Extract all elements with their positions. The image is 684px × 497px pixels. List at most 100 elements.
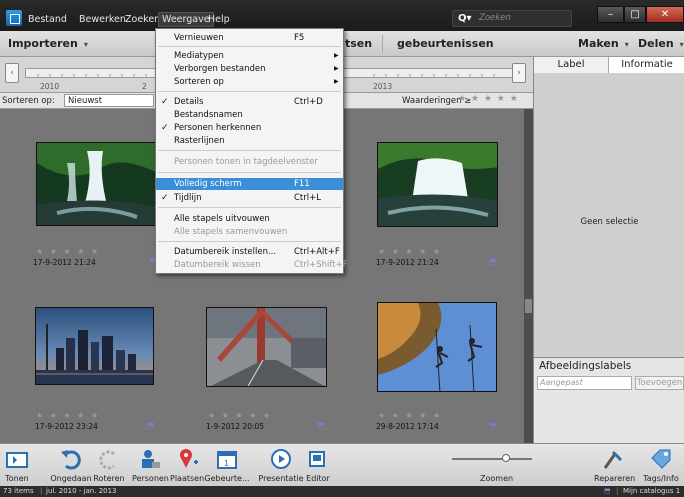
search-input[interactable]: Q▾ Zoeken xyxy=(452,10,572,27)
show-panel-button[interactable]: Tonen xyxy=(4,446,30,483)
photo-thumbnail[interactable]: ★ ★ ★ ★ ★ 17-9-2012 23:24 ⬒ xyxy=(30,297,190,447)
tab-label[interactable]: Label xyxy=(534,57,609,73)
photo-image-waterfall[interactable] xyxy=(36,142,157,226)
chevron-down-icon: ▾ xyxy=(624,40,629,49)
timeline-right-arrow[interactable]: › xyxy=(512,63,526,83)
sort-label: Sorteren op: xyxy=(2,96,55,106)
submenu-arrow-icon: ▶ xyxy=(334,52,339,59)
photo-thumbnail[interactable]: ★ ★ ★ ★ ★ 29-8-2012 17:14 ⬒ xyxy=(370,297,530,447)
editor-icon xyxy=(309,451,325,467)
menu-item-set-date-range[interactable]: Datumbereik instellen... Ctrl+Alt+F xyxy=(156,246,343,258)
menu-separator xyxy=(158,46,341,47)
undo-label: Ongedaan xyxy=(50,474,92,483)
close-button[interactable]: ✕ xyxy=(646,6,684,23)
photo-rating-stars[interactable]: ★ ★ ★ ★ ★ xyxy=(378,247,442,256)
timeline-left-arrow[interactable]: ‹ xyxy=(5,63,19,83)
events-button[interactable]: 1 Gebeurte... xyxy=(204,446,250,483)
submenu-arrow-icon: ▶ xyxy=(334,78,339,85)
menu-item-details[interactable]: ✓ Details Ctrl+D xyxy=(156,96,343,108)
lock-icon: ⬒ xyxy=(317,421,325,430)
menu-bewerken[interactable]: Bewerken xyxy=(79,14,126,25)
photo-date: 17-9-2012 21:24 xyxy=(33,258,96,267)
menu-item-full-screen[interactable]: Volledig scherm F11 xyxy=(156,178,343,190)
chevron-down-icon: ▾ xyxy=(679,40,684,49)
date-range: jul. 2010 - jan. 2013 xyxy=(46,487,117,495)
menu-item-grid-lines[interactable]: Rasterlijnen xyxy=(156,135,343,147)
timeline-year-2013: 2013 xyxy=(373,82,393,91)
photo-rating-stars[interactable]: ★ ★ ★ ★ ★ xyxy=(36,247,100,256)
fix-label: Repareren xyxy=(594,474,636,483)
tab-people[interactable]: tsen xyxy=(345,37,372,50)
tags-info-button[interactable]: Tags/Info xyxy=(638,446,684,483)
undo-button[interactable]: Ongedaan xyxy=(48,446,94,483)
maximize-button[interactable]: □ xyxy=(624,6,646,23)
photo-image-skyline[interactable] xyxy=(35,307,154,385)
tab-separator xyxy=(382,35,383,53)
menu-item-timeline[interactable]: ✓ Tijdlijn Ctrl+L xyxy=(156,192,343,204)
photo-rating-stars[interactable]: ★ ★ ★ ★ ★ xyxy=(36,411,100,420)
photo-date: 17-9-2012 23:24 xyxy=(35,422,98,431)
photo-thumbnail[interactable]: ★ ★ ★ ★ ★ 1-9-2012 20:05 ⬒ xyxy=(200,297,360,447)
calendar-icon: 1 xyxy=(217,451,237,469)
places-button[interactable]: Plaatsen xyxy=(170,446,204,483)
people-button[interactable]: Personen xyxy=(132,446,169,483)
show-label: Tonen xyxy=(5,474,29,483)
lock-icon: ⬒ xyxy=(489,257,497,266)
scrollbar-thumb[interactable] xyxy=(525,299,532,313)
minimize-button[interactable]: – xyxy=(597,6,624,23)
slideshow-button[interactable]: Presentatie xyxy=(256,446,306,483)
item-count: 73 items xyxy=(3,487,34,495)
sort-select[interactable]: Nieuwst xyxy=(64,94,154,107)
menu-separator xyxy=(158,241,341,242)
tab-events[interactable]: gebeurtenissen xyxy=(397,37,494,50)
photo-thumbnail[interactable]: ★ ★ ★ ★ ★ 17-9-2012 21:24 ⬒ xyxy=(370,109,530,267)
menu-item-sort-by[interactable]: Sorteren op ▶ xyxy=(156,76,343,88)
menu-item-filenames[interactable]: Bestandsnamen xyxy=(156,109,343,121)
photo-rating-stars[interactable]: ★ ★ ★ ★ ★ xyxy=(378,411,442,420)
custom-label-input[interactable]: Aangepast xyxy=(537,376,632,390)
fix-icon xyxy=(603,450,623,469)
menu-help[interactable]: Help xyxy=(208,14,230,25)
search-icon: Q▾ xyxy=(458,13,472,24)
menu-bestand[interactable]: Bestand xyxy=(28,14,67,25)
make-label: Maken xyxy=(578,37,619,50)
import-button[interactable]: Importeren ▾ xyxy=(8,37,88,50)
make-button[interactable]: Maken ▾ xyxy=(578,37,629,50)
chevron-down-icon: ▾ xyxy=(83,40,88,49)
zoom-slider[interactable] xyxy=(452,454,532,462)
menu-zoeken[interactable]: Zoeken xyxy=(125,14,160,25)
photo-image-bridge[interactable] xyxy=(206,307,327,387)
menu-item-clear-date-range: Datumbereik wissen Ctrl+Shift+F xyxy=(174,260,348,270)
lock-icon: ⬒ xyxy=(147,421,155,430)
menu-item-hidden-files[interactable]: Verborgen bestanden ▶ xyxy=(156,63,343,75)
import-label: Importeren xyxy=(8,37,78,50)
menu-weergave[interactable]: Weergave xyxy=(158,12,214,27)
menu-item-recognize-people[interactable]: ✓ Personen herkennen xyxy=(156,122,343,134)
ratings-filter-stars[interactable]: ★ ★ ★ ★ ★ xyxy=(458,94,519,104)
menu-item-refresh[interactable]: Vernieuwen F5 xyxy=(156,32,343,44)
menu-item-collapse-stacks: Alle stapels samenvouwen xyxy=(174,227,288,237)
photo-organizer-window: Bestand Bewerken Zoeken Weergave Help Q▾… xyxy=(0,0,684,497)
tab-information[interactable]: Informatie xyxy=(609,57,684,73)
photo-image-waterfall[interactable] xyxy=(377,142,498,227)
people-icon xyxy=(142,450,160,468)
rotate-button[interactable]: Roteren xyxy=(93,446,125,483)
photo-rating-stars[interactable]: ★ ★ ★ ★ ★ xyxy=(208,411,272,420)
editor-button[interactable]: Editor xyxy=(302,446,334,483)
tag-icon xyxy=(651,449,671,469)
menu-separator xyxy=(158,172,341,173)
zoom-slider-knob[interactable] xyxy=(502,454,510,462)
check-icon: ✓ xyxy=(161,97,169,107)
photo-image-climbers[interactable] xyxy=(377,302,497,392)
menu-item-media-types[interactable]: Mediatypen ▶ xyxy=(156,50,343,62)
image-labels-heading: Afbeeldingslabels xyxy=(539,360,632,372)
grid-scrollbar[interactable] xyxy=(524,109,533,443)
share-button[interactable]: Delen ▾ xyxy=(638,37,684,50)
svg-text:1: 1 xyxy=(224,459,229,468)
timeline-year-2010: 2010 xyxy=(40,82,60,91)
add-label-button[interactable]: Toevoegen xyxy=(635,376,684,390)
panel-tabs: Label Informatie xyxy=(534,57,684,73)
catalog-name[interactable]: Mijn catalogus 1 xyxy=(623,486,680,496)
menu-item-expand-stacks[interactable]: Alle stapels uitvouwen xyxy=(156,213,343,225)
fix-button[interactable]: Repareren xyxy=(594,446,636,483)
